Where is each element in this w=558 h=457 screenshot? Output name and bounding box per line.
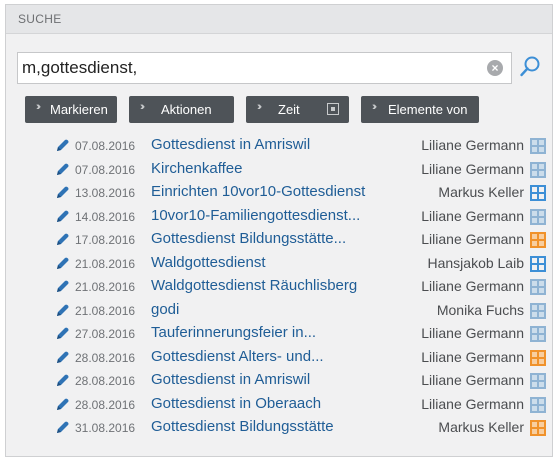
calendar-grid-icon[interactable] — [530, 185, 546, 201]
calendar-grid-icon[interactable] — [530, 373, 546, 389]
result-row[interactable]: 17.08.2016 Gottesdienst Bildungsstätte...… — [6, 229, 552, 251]
result-date: 28.08.2016 — [75, 397, 136, 412]
result-title[interactable]: Tauferinnerungsfeier in... — [151, 324, 316, 341]
calendar-grid-icon[interactable] — [530, 161, 546, 178]
calendar-grid-icon[interactable] — [530, 420, 546, 436]
panel-header: SUCHE — [6, 5, 552, 34]
result-row[interactable]: 27.08.2016 Tauferinnerungsfeier in... Lili… — [6, 323, 552, 345]
chevron-right-icon: ››› — [372, 101, 377, 113]
result-date: 17.08.2016 — [75, 233, 136, 247]
result-date: 07.08.2016 — [75, 139, 136, 153]
calendar-grid-icon[interactable] — [530, 302, 546, 319]
result-person: Markus Keller — [438, 184, 524, 200]
result-date: 28.08.2016 — [75, 374, 136, 388]
result-row[interactable]: 13.08.2016 Einrichten 10vor10-Gottesdiens… — [6, 182, 552, 204]
result-person: Hansjakob Laib — [427, 254, 524, 271]
result-person: Liliane Germann — [421, 278, 524, 294]
search-icon[interactable] — [518, 55, 542, 79]
search-box: × — [17, 52, 512, 84]
result-date: 28.08.2016 — [75, 350, 136, 365]
pencil-icon[interactable] — [54, 279, 70, 295]
pencil-icon[interactable] — [54, 138, 70, 154]
result-person: Markus Keller — [438, 419, 524, 435]
calendar-grid-icon[interactable] — [530, 255, 546, 272]
pencil-icon[interactable] — [54, 326, 70, 342]
result-person: Liliane Germann — [421, 372, 524, 388]
aktionen-button[interactable]: ››› Aktionen — [129, 96, 234, 123]
result-row[interactable]: 28.08.2016 Gottesdienst Alters- und... Lil… — [6, 347, 552, 369]
result-title[interactable]: Gottesdienst in Oberaach — [151, 395, 321, 412]
result-title[interactable]: godi — [151, 301, 179, 318]
panel-title: SUCHE — [18, 12, 62, 26]
result-title[interactable]: Gottesdienst Alters- und... — [151, 348, 324, 365]
result-person: Liliane Germann — [421, 137, 524, 153]
result-date: 21.08.2016 — [75, 256, 136, 271]
result-date: 14.08.2016 — [75, 209, 136, 224]
calendar-grid-icon[interactable] — [530, 326, 546, 342]
result-row[interactable]: 21.08.2016 Waldgottesdienst Hansjakob Laib — [6, 253, 552, 275]
calendar-grid-icon[interactable] — [530, 138, 546, 154]
result-person: Liliane Germann — [421, 160, 524, 177]
square-toggle-icon[interactable] — [327, 103, 339, 115]
markieren-button[interactable]: ››› Markieren — [25, 96, 117, 123]
clear-search-button[interactable]: × — [487, 60, 503, 76]
result-title[interactable]: Gottesdienst Bildungsstätte... — [151, 230, 346, 247]
result-title[interactable]: Waldgottesdienst — [151, 254, 266, 271]
result-person: Liliane Germann — [421, 325, 524, 341]
result-title[interactable]: Waldgottesdienst Räuchlisberg — [151, 277, 357, 294]
calendar-grid-icon[interactable] — [530, 279, 546, 295]
result-row[interactable]: 21.08.2016 Waldgottesdienst Räuchlisberg L… — [6, 276, 552, 298]
result-date: 31.08.2016 — [75, 421, 136, 435]
result-person: Liliane Germann — [421, 395, 524, 412]
result-row[interactable]: 14.08.2016 10vor10-Familiengottesdienst..… — [6, 206, 552, 228]
result-title[interactable]: 10vor10-Familiengottesdienst... — [151, 207, 360, 224]
result-person: Liliane Germann — [421, 348, 524, 365]
result-date: 13.08.2016 — [75, 186, 136, 200]
chevron-right-icon: ››› — [257, 101, 262, 113]
result-date: 07.08.2016 — [75, 162, 136, 177]
pencil-icon[interactable] — [54, 303, 70, 319]
result-title[interactable]: Kirchenkaffee — [151, 160, 242, 177]
result-row[interactable]: 31.08.2016 Gottesdienst Bildungsstätte Mar… — [6, 417, 552, 439]
result-title[interactable]: Gottesdienst Bildungsstätte — [151, 418, 334, 435]
chevron-right-icon: ››› — [36, 101, 41, 113]
chevron-right-icon: ››› — [140, 101, 145, 113]
result-row[interactable]: 28.08.2016 Gottesdienst in Oberaach Lilian… — [6, 394, 552, 416]
result-row[interactable]: 28.08.2016 Gottesdienst in Amriswil Lilian… — [6, 370, 552, 392]
result-row[interactable]: 07.08.2016 Kirchenkaffee Liliane Germann — [6, 159, 552, 181]
pencil-icon[interactable] — [54, 350, 70, 366]
result-row[interactable]: 21.08.2016 godi Monika Fuchs — [6, 300, 552, 322]
pencil-icon[interactable] — [54, 420, 70, 436]
calendar-grid-icon[interactable] — [530, 232, 546, 248]
pencil-icon[interactable] — [54, 373, 70, 389]
pencil-icon[interactable] — [54, 397, 70, 413]
zeit-button[interactable]: ››› Zeit — [246, 96, 349, 123]
pencil-icon[interactable] — [54, 232, 70, 248]
result-row[interactable]: 07.08.2016 Gottesdienst in Amriswil Lilian… — [6, 135, 552, 157]
result-date: 21.08.2016 — [75, 280, 136, 294]
result-title[interactable]: Einrichten 10vor10-Gottesdienst — [151, 183, 365, 200]
result-person: Liliane Germann — [421, 207, 524, 224]
pencil-icon[interactable] — [54, 256, 70, 272]
result-title[interactable]: Gottesdienst in Amriswil — [151, 371, 310, 388]
result-title[interactable]: Gottesdienst in Amriswil — [151, 136, 310, 153]
search-panel: SUCHE × ››› Markieren ››› Aktionen ››› Z… — [5, 4, 553, 457]
calendar-grid-icon[interactable] — [530, 208, 546, 225]
elemente-von-button[interactable]: ››› Elemente von — [361, 96, 479, 123]
pencil-icon[interactable] — [54, 209, 70, 225]
result-person: Liliane Germann — [421, 231, 524, 247]
calendar-grid-icon[interactable] — [530, 349, 546, 366]
result-person: Monika Fuchs — [436, 301, 524, 318]
pencil-icon[interactable] — [54, 162, 70, 178]
result-date: 21.08.2016 — [75, 303, 136, 318]
calendar-grid-icon[interactable] — [530, 396, 546, 413]
pencil-icon[interactable] — [54, 185, 70, 201]
result-date: 27.08.2016 — [75, 327, 136, 341]
search-input[interactable] — [22, 57, 462, 79]
